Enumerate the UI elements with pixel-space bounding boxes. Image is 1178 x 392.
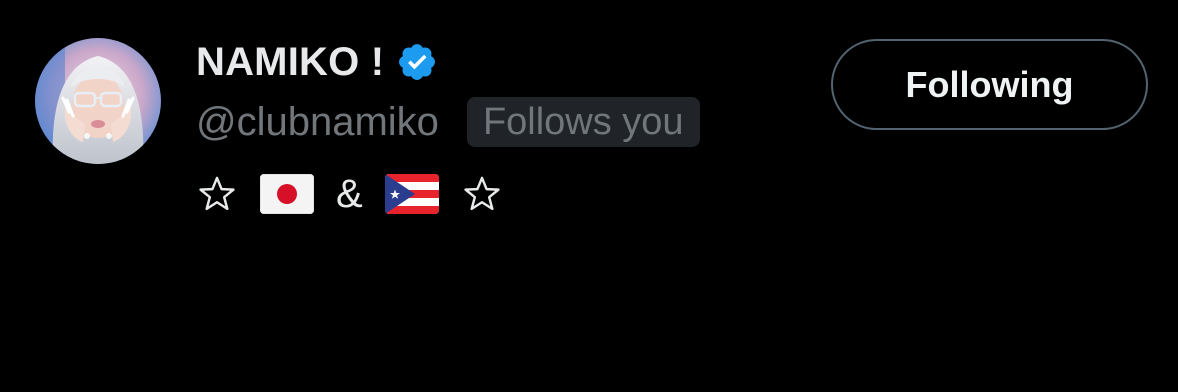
follows-you-badge: Follows you [466,97,700,147]
flag-japan-icon [260,174,314,214]
flag-puerto-rico-icon [384,174,439,214]
profile-user-cell[interactable]: NAMIKO ! @clubnamiko Follows you & Follo… [0,0,1178,392]
user-handle[interactable]: @clubnamiko [196,100,439,145]
bio-ampersand: & [336,171,363,216]
user-bio: & [196,168,503,220]
avatar[interactable] [35,38,161,164]
display-name[interactable]: NAMIKO ! [196,40,384,85]
handle-row: @clubnamiko Follows you [196,96,700,148]
star-outline-icon [461,173,503,215]
star-outline-icon [196,173,238,215]
following-button[interactable]: Following [831,39,1148,130]
avatar-image [35,38,161,164]
verified-badge-icon[interactable] [396,41,438,83]
name-row[interactable]: NAMIKO ! [196,38,438,86]
